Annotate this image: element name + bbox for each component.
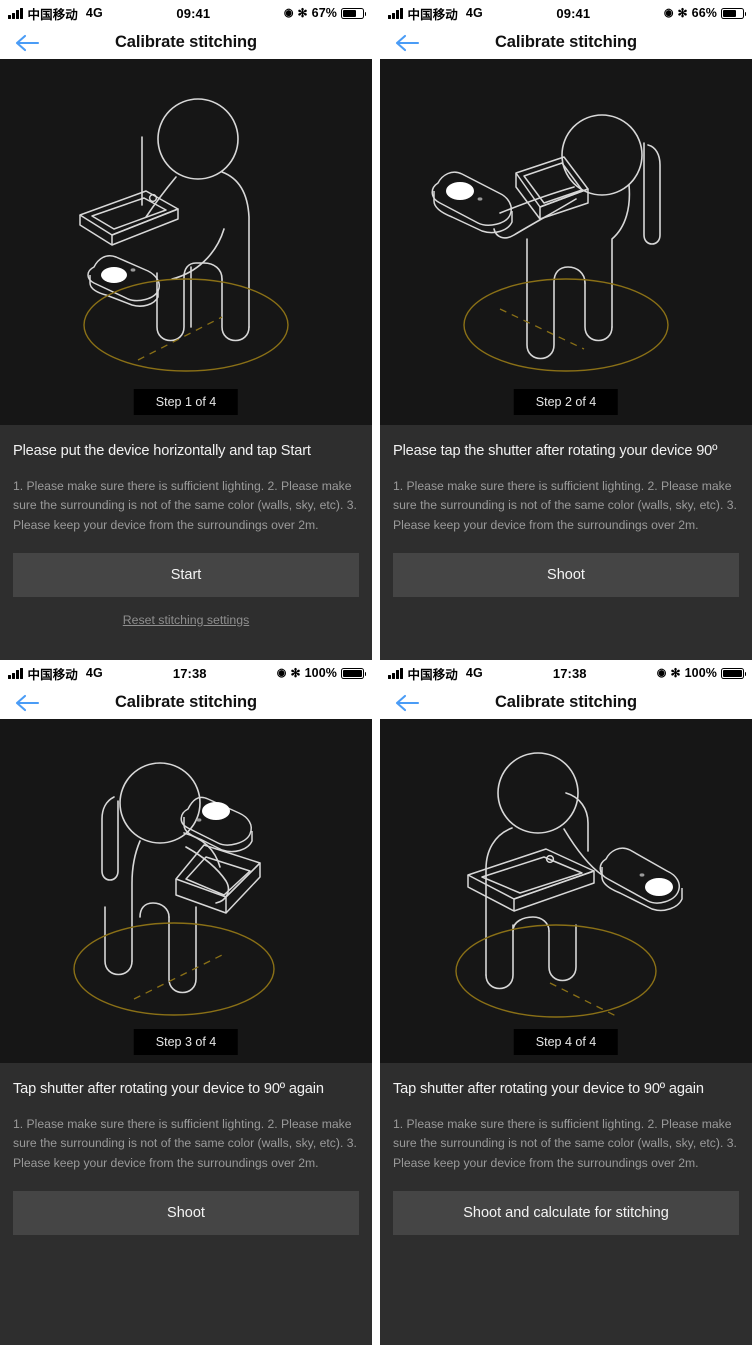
instruction-body: 1. Please make sure there is sufficient … [393, 478, 737, 533]
battery-percent-label: 100% [304, 666, 337, 680]
page-title: Calibrate stitching [494, 693, 638, 711]
location-services-icon: ◉ [283, 6, 294, 19]
illustration-step-1: Step 1 of 4 [0, 59, 372, 425]
status-clock: 09:41 [176, 5, 211, 21]
cellular-signal-icon [8, 667, 23, 679]
instruction-panel: Tap shutter after rotating your device t… [0, 1063, 372, 1345]
cellular-signal-icon [388, 667, 403, 679]
status-bar: 中国移动 4G 09:41 ◉ ✻ 67% [0, 0, 372, 26]
primary-action-button[interactable]: Start [13, 552, 359, 597]
battery-percent-label: 100% [684, 666, 717, 680]
page-title: Calibrate stitching [114, 33, 258, 51]
nav-bar: Calibrate stitching [380, 26, 752, 59]
carrier-label: 中国移动 [407, 7, 458, 22]
bluetooth-icon: ✻ [290, 666, 301, 680]
page-title: Calibrate stitching [114, 693, 258, 711]
nav-bar: Calibrate stitching [0, 686, 372, 719]
illustration-step-4: Step 4 of 4 [380, 719, 752, 1063]
network-type-label: 4G [465, 666, 483, 680]
instruction-title: Tap shutter after rotating your device t… [13, 1081, 324, 1097]
battery-icon [341, 7, 367, 19]
primary-action-button[interactable]: Shoot [393, 552, 739, 597]
battery-icon [341, 667, 367, 679]
instruction-title: Please tap the shutter after rotating yo… [393, 443, 718, 459]
reset-stitching-settings-link[interactable]: Reset stitching settings [13, 613, 359, 627]
instruction-body: 1. Please make sure there is sufficient … [13, 1116, 357, 1171]
status-clock: 17:38 [172, 665, 207, 681]
status-clock: 09:41 [556, 5, 591, 21]
network-type-label: 4G [465, 6, 483, 20]
bluetooth-icon: ✻ [670, 666, 681, 680]
nav-bar: Calibrate stitching [380, 686, 752, 719]
nav-bar: Calibrate stitching [0, 26, 372, 59]
page-title: Calibrate stitching [494, 33, 638, 51]
status-bar: 中国移动 4G 09:41 ◉ ✻ 66% [380, 0, 752, 26]
instruction-panel: Please tap the shutter after rotating yo… [380, 425, 752, 660]
illustration-step-2: Step 2 of 4 [380, 59, 752, 425]
step-badge: Step 4 of 4 [513, 1029, 619, 1055]
network-type-label: 4G [85, 6, 103, 20]
back-arrow-icon[interactable] [14, 693, 40, 713]
illustration-step-3: Step 3 of 4 [0, 719, 372, 1063]
bluetooth-icon: ✻ [677, 6, 688, 20]
carrier-label: 中国移动 [27, 667, 78, 682]
bluetooth-icon: ✻ [297, 6, 308, 20]
carrier-label: 中国移动 [27, 7, 78, 22]
panel-step-1: 中国移动 4G 09:41 ◉ ✻ 67% Calibrate stitchin… [0, 0, 376, 660]
step-badge: Step 3 of 4 [133, 1029, 239, 1055]
back-arrow-icon[interactable] [394, 693, 420, 713]
battery-percent-label: 67% [311, 6, 337, 20]
step-badge: Step 1 of 4 [133, 389, 239, 415]
instruction-body: 1. Please make sure there is sufficient … [393, 1116, 737, 1171]
location-services-icon: ◉ [663, 6, 674, 19]
cellular-signal-icon [8, 7, 23, 19]
instruction-panel: Tap shutter after rotating your device t… [380, 1063, 752, 1345]
screenshot-grid: 中国移动 4G 09:41 ◉ ✻ 67% Calibrate stitchin… [0, 0, 752, 1345]
panel-step-4: 中国移动 4G 17:38 ◉ ✻ 100% Calibrate stitchi… [376, 660, 752, 1345]
carrier-label: 中国移动 [407, 667, 458, 682]
instruction-panel: Please put the device horizontally and t… [0, 425, 372, 660]
battery-icon [721, 667, 747, 679]
cellular-signal-icon [388, 7, 403, 19]
instruction-title: Tap shutter after rotating your device t… [393, 1081, 704, 1097]
status-clock: 17:38 [552, 665, 587, 681]
status-bar: 中国移动 4G 17:38 ◉ ✻ 100% [380, 660, 752, 686]
primary-action-button[interactable]: Shoot and calculate for stitching [393, 1190, 739, 1235]
panel-step-2: 中国移动 4G 09:41 ◉ ✻ 66% Calibrate stitchin… [376, 0, 752, 660]
battery-icon [721, 7, 747, 19]
back-arrow-icon[interactable] [14, 33, 40, 53]
battery-percent-label: 66% [691, 6, 717, 20]
location-services-icon: ◉ [276, 666, 287, 679]
back-arrow-icon[interactable] [394, 33, 420, 53]
step-badge: Step 2 of 4 [513, 389, 619, 415]
location-services-icon: ◉ [656, 666, 667, 679]
primary-action-button[interactable]: Shoot [13, 1190, 359, 1235]
instruction-title: Please put the device horizontally and t… [13, 443, 311, 459]
network-type-label: 4G [85, 666, 103, 680]
status-bar: 中国移动 4G 17:38 ◉ ✻ 100% [0, 660, 372, 686]
panel-step-3: 中国移动 4G 17:38 ◉ ✻ 100% Calibrate stitchi… [0, 660, 376, 1345]
instruction-body: 1. Please make sure there is sufficient … [13, 478, 357, 533]
